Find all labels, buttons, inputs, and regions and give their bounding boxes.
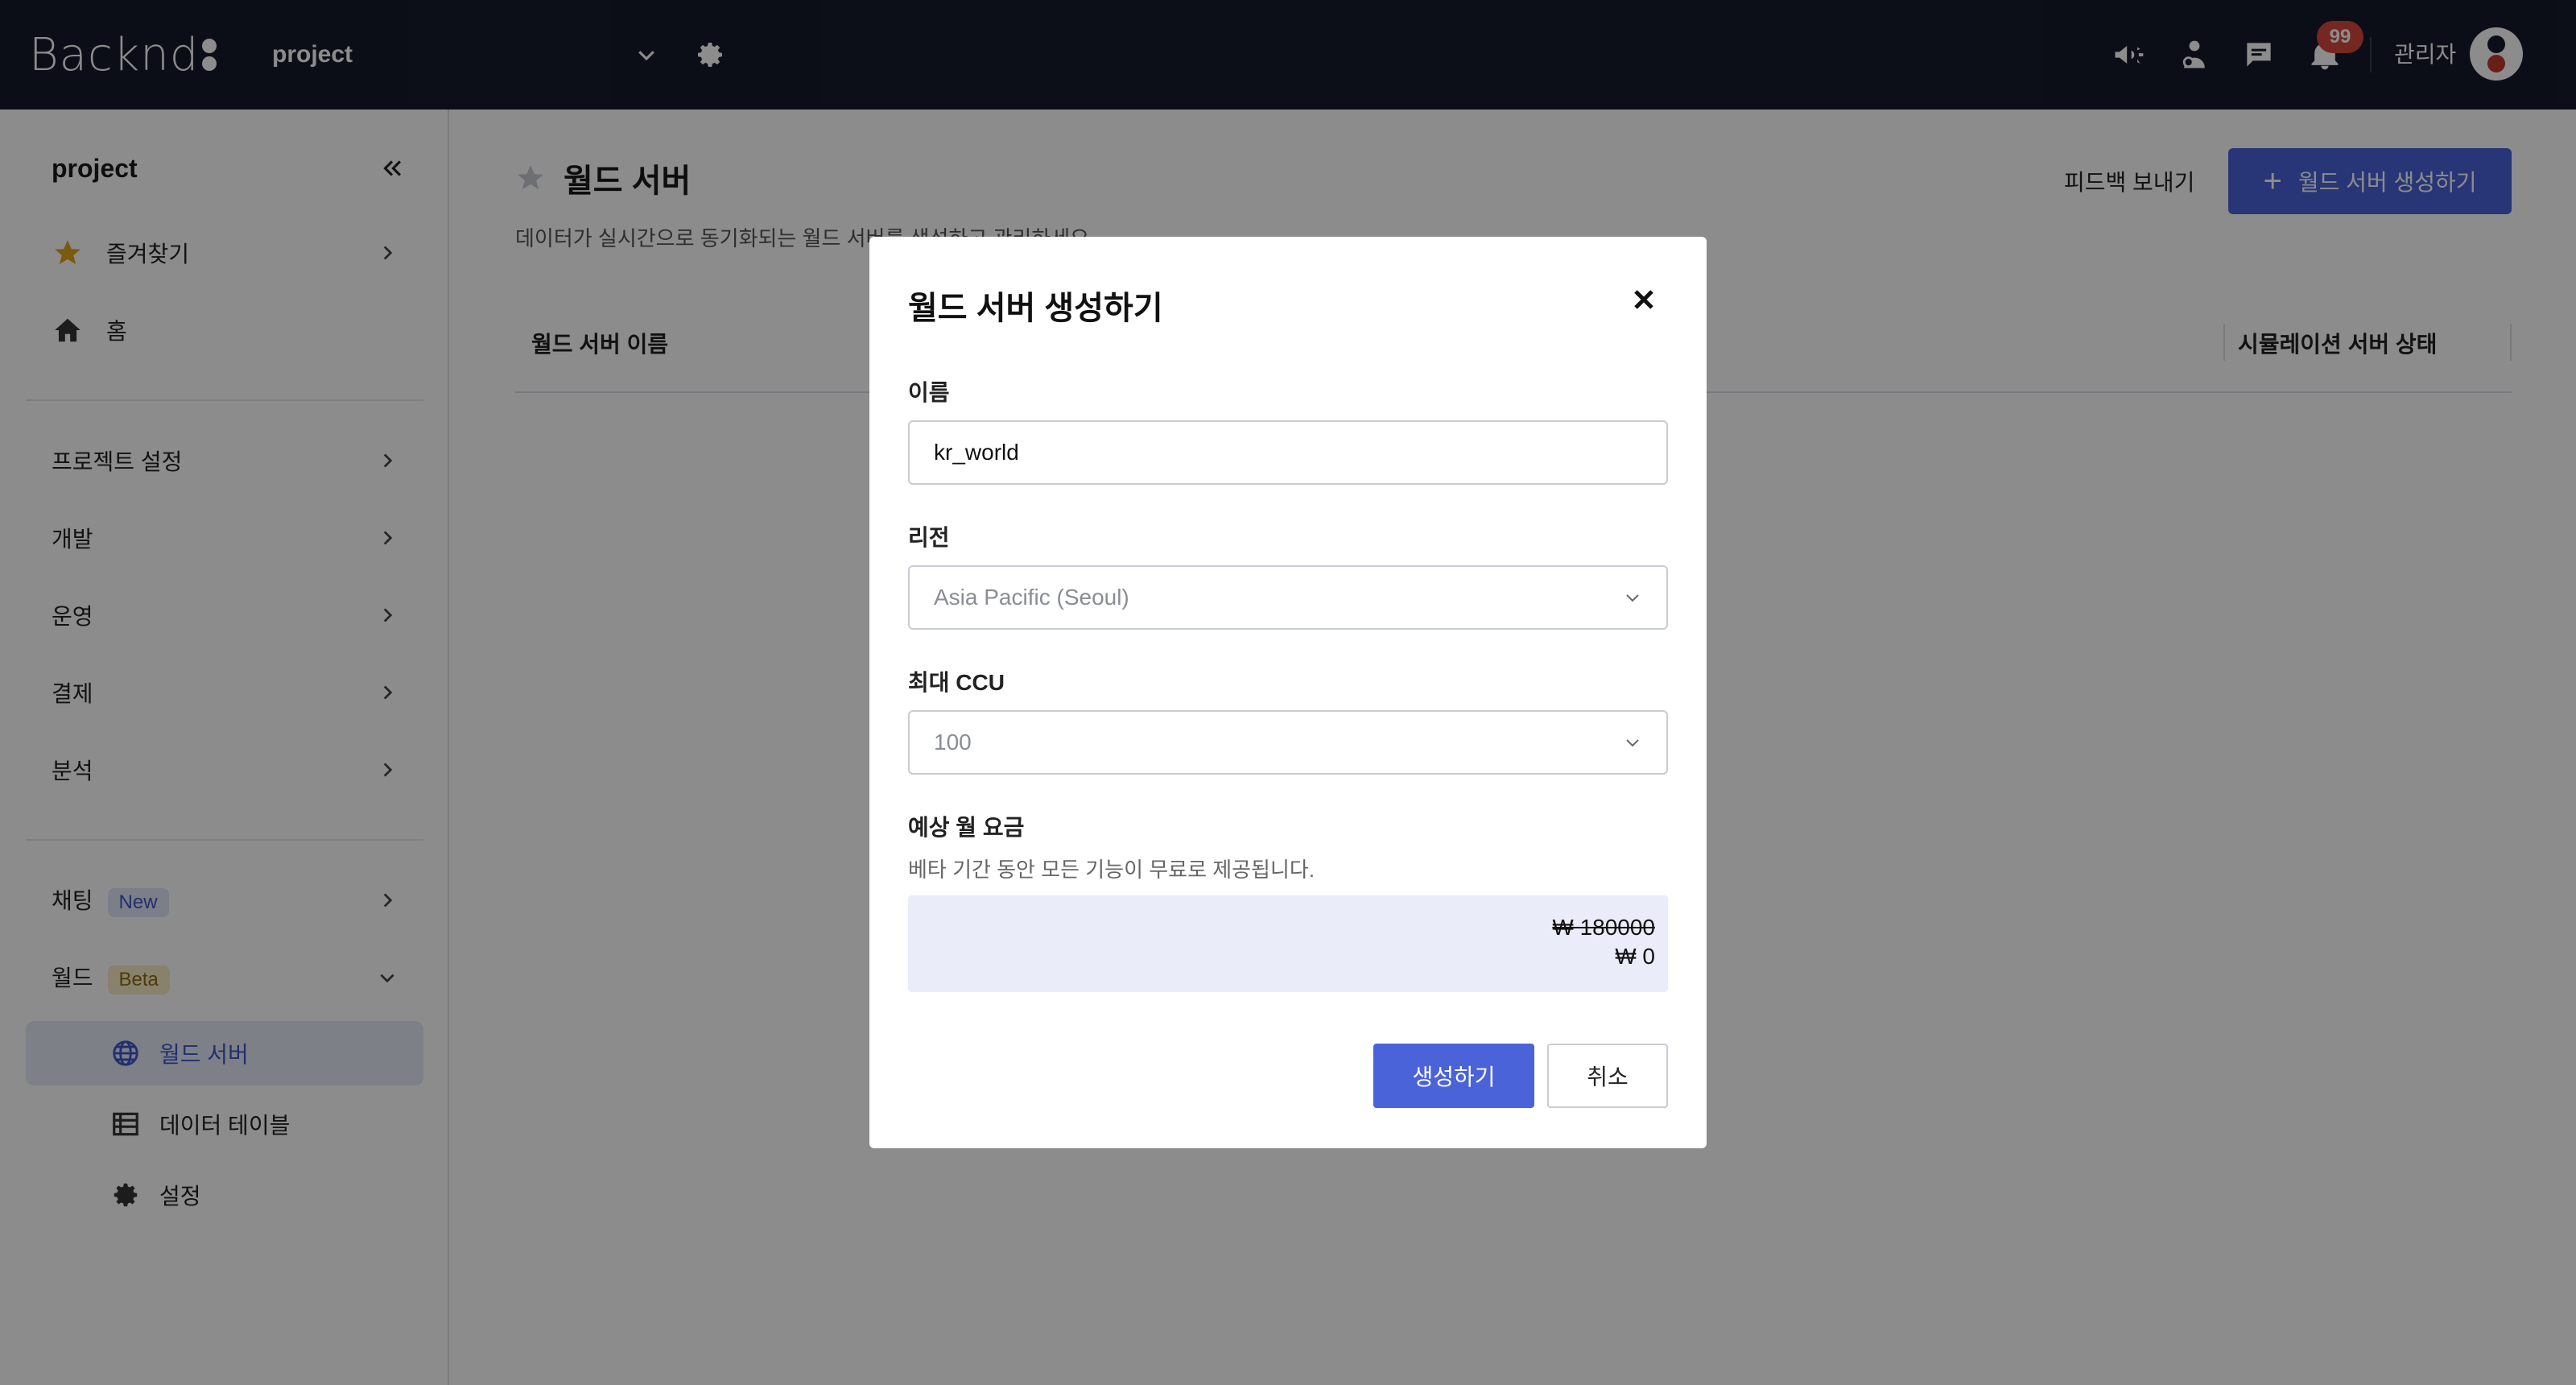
create-world-server-modal: 월드 서버 생성하기 이름 kr_world 리전 Asia Pacific (… xyxy=(869,237,1707,1148)
original-price: ₩ 180000 xyxy=(1552,915,1655,940)
name-input[interactable]: kr_world xyxy=(908,420,1668,485)
create-button[interactable]: 생성하기 xyxy=(1373,1044,1534,1108)
max-ccu-select[interactable]: 100 xyxy=(908,710,1668,775)
current-price: ₩ 0 xyxy=(1615,944,1655,969)
close-icon[interactable] xyxy=(1628,283,1660,316)
name-input-value: kr_world xyxy=(934,440,1019,465)
region-select-value: Asia Pacific (Seoul) xyxy=(934,585,1129,610)
region-select[interactable]: Asia Pacific (Seoul) xyxy=(908,565,1668,630)
name-field-label: 이름 xyxy=(908,380,950,405)
max-ccu-select-value: 100 xyxy=(934,730,972,755)
beta-free-notice: 베타 기간 동안 모든 기능이 무료로 제공됩니다. xyxy=(908,858,1315,882)
cancel-button[interactable]: 취소 xyxy=(1547,1044,1668,1108)
chevron-down-icon xyxy=(1626,739,1639,747)
estimated-monthly-fee-label: 예상 월 요금 xyxy=(908,815,1025,840)
chevron-down-icon xyxy=(1626,594,1639,602)
region-field-label: 리전 xyxy=(908,525,950,550)
modal-title: 월드 서버 생성하기 xyxy=(908,291,1163,326)
max-ccu-field-label: 최대 CCU xyxy=(908,670,1005,695)
price-summary-box: ₩ 180000 ₩ 0 xyxy=(908,895,1668,992)
